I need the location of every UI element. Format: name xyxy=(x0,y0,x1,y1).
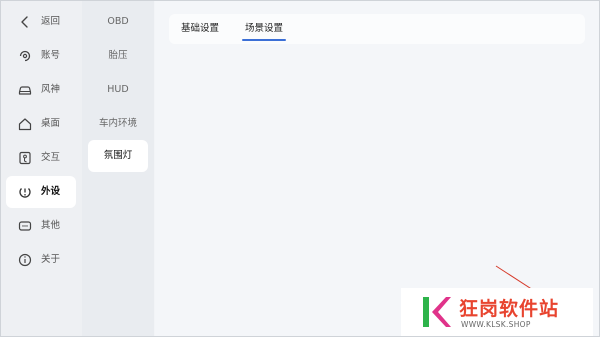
back-chevron-icon xyxy=(17,14,33,30)
sidebar-item-label: 关于 xyxy=(41,254,61,265)
sidebar-item-peripheral[interactable]: 外设 xyxy=(6,176,76,208)
sidebar-item-desktop[interactable]: 桌面 xyxy=(6,108,76,140)
car-icon xyxy=(17,82,33,98)
sidebar-item-label: 其他 xyxy=(41,220,61,231)
sidebar-item-fengshen[interactable]: 风神 xyxy=(6,74,76,106)
interaction-icon xyxy=(17,150,33,166)
info-icon xyxy=(17,252,33,268)
tab-scene-settings[interactable]: 场景设置 xyxy=(241,23,287,41)
sidebar-item-label: 账号 xyxy=(41,50,61,61)
tab-basic-settings[interactable]: 基础设置 xyxy=(181,23,219,35)
sidebar-item-account[interactable]: 账号 xyxy=(6,40,76,72)
sidebar-item-interaction[interactable]: 交互 xyxy=(6,142,76,174)
watermark-logo-icon xyxy=(423,297,451,327)
sidebar-item-label: 风神 xyxy=(41,84,61,95)
account-icon xyxy=(17,48,33,64)
subnav-item-cabin-environment[interactable]: 车内环境 xyxy=(88,108,148,140)
sidebar-item-label: 返回 xyxy=(41,16,61,27)
sidebar-item-about[interactable]: 关于 xyxy=(6,244,76,276)
more-icon xyxy=(17,218,33,234)
home-icon xyxy=(17,116,33,132)
watermark-title: 狂岗软件站 xyxy=(459,298,560,320)
sidebar-item-label: 交互 xyxy=(41,152,61,163)
sidebar-item-other[interactable]: 其他 xyxy=(6,210,76,242)
watermark: 狂岗软件站 WWW.KLSK.SHOP xyxy=(401,288,593,336)
watermark-url: WWW.KLSK.SHOP xyxy=(461,320,531,329)
subnav-item-ambient-light[interactable]: 氛围灯 xyxy=(88,140,148,172)
tab-bar: 基础设置 场景设置 xyxy=(169,14,585,44)
sidebar-item-label: 外设 xyxy=(41,186,61,197)
peripheral-subnav: OBD 胎压 HUD 车内环境 氛围灯 xyxy=(82,0,154,337)
settings-sidebar: 返回 账号 风神 桌面 交互 外设 其他 关于 xyxy=(0,0,82,337)
sidebar-item-back[interactable]: 返回 xyxy=(6,6,76,38)
peripheral-icon xyxy=(17,184,33,200)
subnav-item-tire-pressure[interactable]: 胎压 xyxy=(88,40,148,72)
subnav-item-hud[interactable]: HUD xyxy=(88,74,148,106)
subnav-item-obd[interactable]: OBD xyxy=(88,6,148,38)
sidebar-item-label: 桌面 xyxy=(41,118,61,129)
